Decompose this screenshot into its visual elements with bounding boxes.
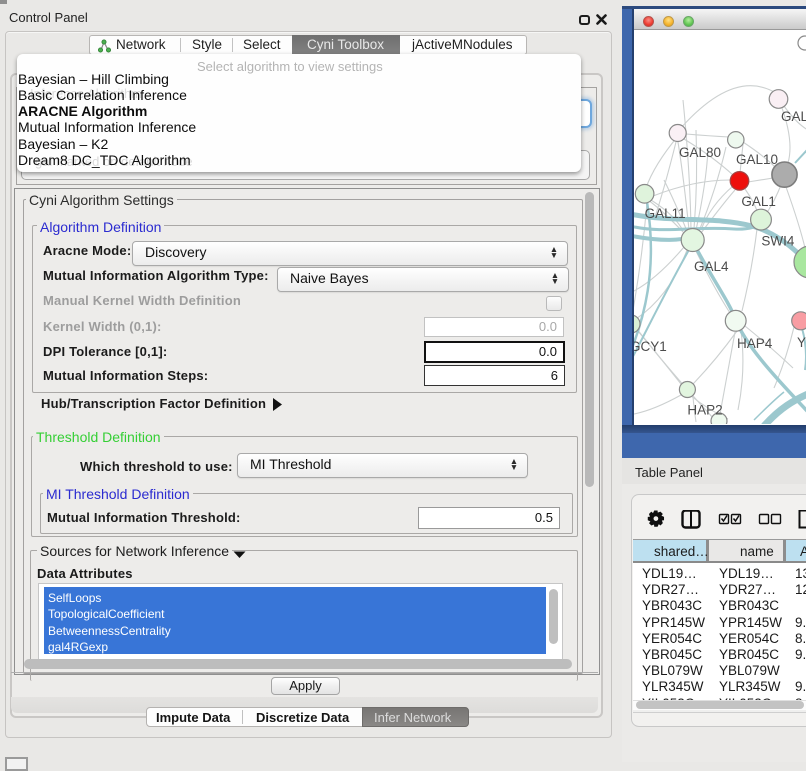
svg-text:Y: Y xyxy=(797,335,806,350)
svg-text:GAL11: GAL11 xyxy=(645,206,686,221)
svg-text:HAP4: HAP4 xyxy=(737,336,773,351)
svg-text:GCY1: GCY1 xyxy=(634,339,667,354)
svg-text:GAL1: GAL1 xyxy=(741,194,776,209)
svg-text:GAL10: GAL10 xyxy=(736,152,778,167)
svg-text:SWI4: SWI4 xyxy=(761,234,794,249)
svg-text:HAP2: HAP2 xyxy=(687,403,722,418)
svg-text:GAL7: GAL7 xyxy=(781,109,806,124)
svg-text:GAL80: GAL80 xyxy=(679,145,721,160)
svg-text:GAL4: GAL4 xyxy=(694,259,729,274)
